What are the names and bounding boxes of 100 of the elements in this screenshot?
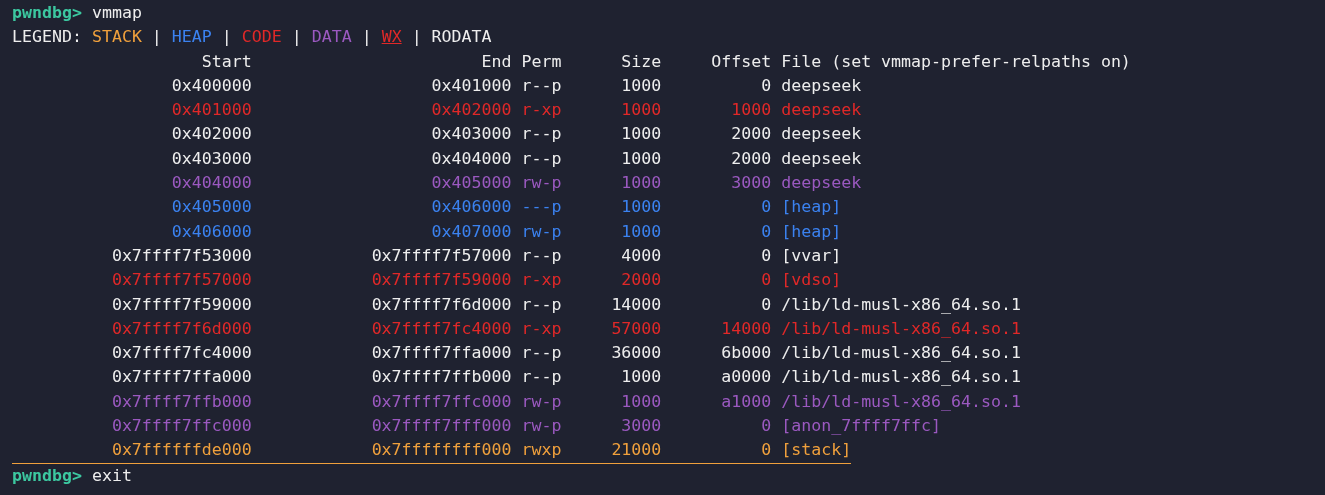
table-cell-text: deepseek <box>781 74 862 97</box>
table-cell-text: 0x7ffff7f57000 <box>110 269 252 292</box>
table-cell-text: 0x7ffff7ffb000 <box>110 390 252 413</box>
table-cell-text: 21000 <box>610 439 662 462</box>
table-cell-text: /lib/ld-musl-x86_64.so.1 <box>781 342 1021 365</box>
table-cell-text: 1000 <box>620 220 662 243</box>
table-cell-text: [heap] <box>781 196 842 219</box>
table-cell-text: 0x406000 <box>170 220 252 243</box>
table-cell-text: 2000 <box>730 147 772 170</box>
table-cell-text: 36000 <box>610 342 662 365</box>
table-cell-text: 1000 <box>620 172 662 195</box>
table-cell-text: 4000 <box>620 244 662 267</box>
table-cell-text: rw-p <box>521 390 562 413</box>
table-cell-text: 1000 <box>620 99 662 122</box>
command-text: exit <box>91 464 132 487</box>
table-cell-text: /lib/ld-musl-x86_64.so.1 <box>781 293 1021 316</box>
table-cell-text: [anon_7ffff7ffc] <box>781 415 942 438</box>
table-cell-text: 0x7ffff7fff000 <box>370 415 512 438</box>
table-cell-text: 2000 <box>730 123 772 146</box>
table-cell-text: 0x400000 <box>170 74 252 97</box>
table-cell-text: r--p <box>521 147 562 170</box>
legend-item: STACK <box>91 26 142 49</box>
table-cell-text: 0x407000 <box>430 220 512 243</box>
table-cell-text: 1000 <box>730 99 772 122</box>
legend-separator: | <box>221 26 232 49</box>
table-cell-text: 0x403000 <box>430 123 512 146</box>
table-cell-text: r--p <box>521 342 562 365</box>
prompt-text: pwndbg> <box>12 2 82 24</box>
table-cell-text: 1000 <box>620 147 662 170</box>
table-cell-text: a0000 <box>720 366 772 389</box>
table-cell-text: ---p <box>521 196 562 219</box>
table-cell-text: 0x7ffff7ffb000 <box>370 366 512 389</box>
table-cell-text: 1000 <box>620 366 662 389</box>
table-cell-text: 0x7ffff7f57000 <box>370 244 512 267</box>
table-cell-text: /lib/ld-musl-x86_64.so.1 <box>781 317 1021 340</box>
table-cell-text: 0x405000 <box>170 196 252 219</box>
table-cell-text: 0x402000 <box>170 123 252 146</box>
table-cell-text: 2000 <box>620 269 662 292</box>
table-cell-text: r-xp <box>521 99 562 122</box>
table-cell-text: 0x7ffff7ffc000 <box>370 390 512 413</box>
table-cell-text: r--p <box>521 366 562 389</box>
prompt-text: pwndbg> <box>12 464 82 487</box>
table-cell-text: 0x403000 <box>170 147 252 170</box>
legend-item: HEAP <box>171 26 212 49</box>
table-cell-text: /lib/ld-musl-x86_64.so.1 <box>781 366 1021 389</box>
table-cell-text: rw-p <box>521 220 562 243</box>
table-cell-text: r--p <box>521 244 562 267</box>
legend-separator: | <box>361 26 372 49</box>
column-header: Offset <box>710 50 772 73</box>
table-cell-text: 0 <box>760 196 772 219</box>
table-cell-text: 1000 <box>620 196 662 219</box>
table-cell-text: 0x401000 <box>170 99 252 122</box>
table-cell-text: deepseek <box>781 147 862 170</box>
table-cell-text: 0x7ffff7f6d000 <box>110 317 252 340</box>
table-cell-text: 0x7ffff7f59000 <box>110 293 252 316</box>
table-cell-text: [heap] <box>781 220 842 243</box>
table-cell-text: 0x7ffff7fc4000 <box>370 317 512 340</box>
table-cell-text: [stack] <box>781 439 852 462</box>
table-cell-text: 14000 <box>610 293 662 316</box>
table-cell-text: r--p <box>521 74 562 97</box>
table-cell-text: rwxp <box>521 439 562 462</box>
table-cell-text: r--p <box>521 293 562 316</box>
table-cell-text: 0x405000 <box>430 172 512 195</box>
table-cell-text: 3000 <box>620 415 662 438</box>
table-cell-text: 0 <box>760 293 772 316</box>
legend-label: LEGEND: <box>12 26 82 49</box>
table-cell-text: 0 <box>760 415 772 438</box>
table-cell-text: r-xp <box>521 317 562 340</box>
table-cell-text: 0x7ffffffde000 <box>110 439 252 462</box>
column-header: File (set vmmap-prefer-relpaths on) <box>781 50 1131 73</box>
column-header: Size <box>620 50 662 73</box>
column-header: Perm <box>521 50 562 73</box>
legend-item: WX <box>381 26 402 49</box>
table-cell-text: 0x402000 <box>430 99 512 122</box>
table-cell-text: 0x401000 <box>430 74 512 97</box>
table-cell-text: r--p <box>521 123 562 146</box>
table-cell-text: deepseek <box>781 172 862 195</box>
table-cell-text: 0x406000 <box>430 196 512 219</box>
table-cell-text: rw-p <box>521 415 562 438</box>
legend-item: RODATA <box>431 26 492 49</box>
table-cell-text: 0x7ffff7f53000 <box>110 244 252 267</box>
table-cell-text: 1000 <box>620 123 662 146</box>
legend-separator: | <box>291 26 302 49</box>
table-cell-text: [vdso] <box>781 269 842 292</box>
table-cell-text: 0 <box>760 439 772 462</box>
table-cell-text: 0x7ffff7f59000 <box>370 269 512 292</box>
table-cell-text: deepseek <box>781 99 862 122</box>
table-cell-text: 0x7ffff7ffa000 <box>110 366 252 389</box>
table-cell-text: 0 <box>760 269 772 292</box>
column-header: End <box>480 50 512 73</box>
table-cell-text: rw-p <box>521 172 562 195</box>
legend-separator: | <box>151 26 162 49</box>
table-cell-text: 0x404000 <box>170 172 252 195</box>
table-cell-text: 0x7ffffffff000 <box>370 439 512 462</box>
table-cell-text: 0 <box>760 244 772 267</box>
table-cell-text: 0x7ffff7fc4000 <box>110 342 252 365</box>
column-header: Start <box>200 50 252 73</box>
table-cell-text: r-xp <box>521 269 562 292</box>
table-cell-text: /lib/ld-musl-x86_64.so.1 <box>781 390 1021 413</box>
table-cell-text: 0 <box>760 74 772 97</box>
